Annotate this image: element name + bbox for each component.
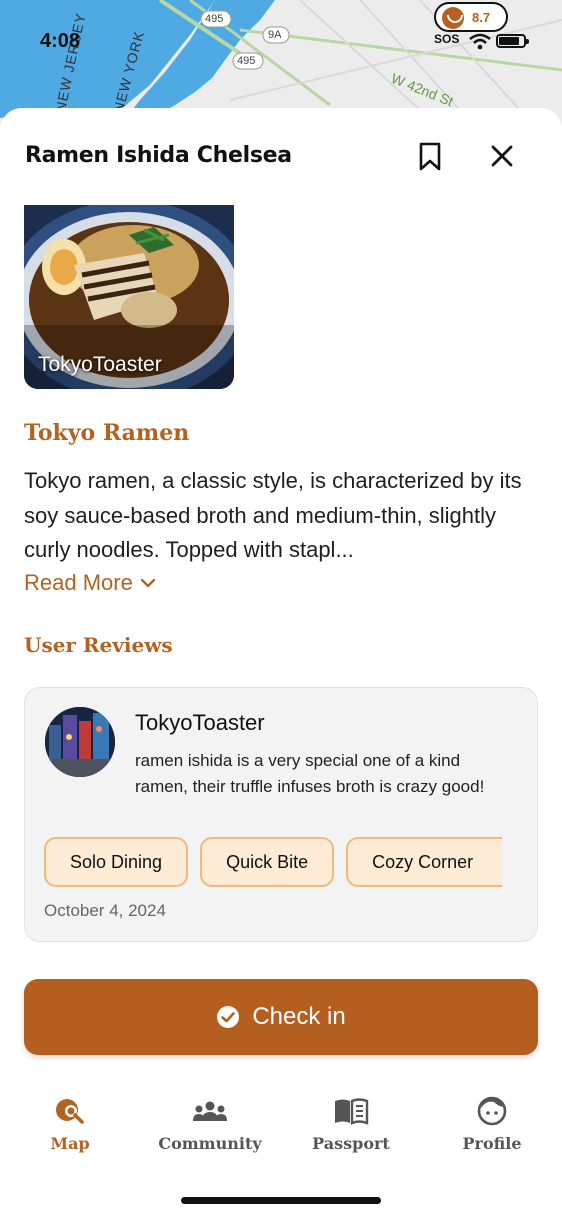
ramen-style-heading: Tokyo Ramen [24,420,190,446]
reviews-heading: User Reviews [24,633,173,657]
check-circle-icon [217,1006,240,1028]
map-label-495-a: 495 [205,13,224,25]
ramen-photo[interactable]: TokyoToaster [24,205,234,389]
ramen-bowl-icon [442,7,464,29]
book-icon [335,1098,369,1125]
close-icon[interactable] [484,138,520,174]
tab-community-label: Community [158,1134,262,1153]
home-indicator[interactable] [181,1197,381,1204]
tag-cozy-corner[interactable]: Cozy Corner [346,837,503,887]
read-more-link[interactable]: Read More [24,570,157,596]
sos-label: SOS [434,32,460,46]
bottom-tab-bar: Map Community Passport Profile [0,1090,562,1160]
score-pill[interactable]: 8.7 [434,2,508,32]
tab-map-label: Map [50,1134,90,1153]
map-label-9a: 9A [268,29,282,41]
battery-icon [496,34,529,48]
bookmark-icon[interactable] [412,138,448,174]
tab-passport-label: Passport [312,1134,390,1153]
map-label-495-b: 495 [237,55,256,67]
tag-quick-bite[interactable]: Quick Bite [200,837,335,887]
read-more-label: Read More [24,570,133,595]
check-in-button[interactable]: Check in [24,979,538,1055]
review-card[interactable]: TokyoToaster ramen ishida is a very spec… [24,687,538,942]
review-date: October 4, 2024 [44,901,166,920]
tab-passport[interactable]: Passport [296,1090,406,1153]
place-title: Ramen Ishida Chelsea [25,143,292,168]
profile-face-icon [477,1096,507,1126]
tag-solo-dining[interactable]: Solo Dining [44,837,189,887]
photo-credit: TokyoToaster [38,353,162,376]
tab-profile[interactable]: Profile [437,1090,547,1153]
reviewer-name: TokyoToaster [135,710,265,735]
tab-profile-label: Profile [462,1134,522,1153]
style-description: Tokyo ramen, a classic style, is charact… [24,468,522,562]
tab-map[interactable]: Map [15,1090,125,1153]
score-value: 8.7 [472,10,491,25]
tab-community[interactable]: Community [155,1090,265,1153]
review-tags: Solo Dining Quick Bite Cozy Corner [44,837,503,887]
chevron-down-icon [140,578,156,588]
status-indicators: 8.7 SOS [424,0,544,60]
review-text: ramen ishida is a very special one of a … [135,751,485,796]
community-icon [193,1101,227,1121]
wifi-icon [469,33,491,50]
reviewer-avatar[interactable] [45,707,115,777]
map-search-icon [56,1099,84,1124]
check-in-label: Check in [252,1003,346,1030]
status-time: 4:08 [40,30,81,52]
